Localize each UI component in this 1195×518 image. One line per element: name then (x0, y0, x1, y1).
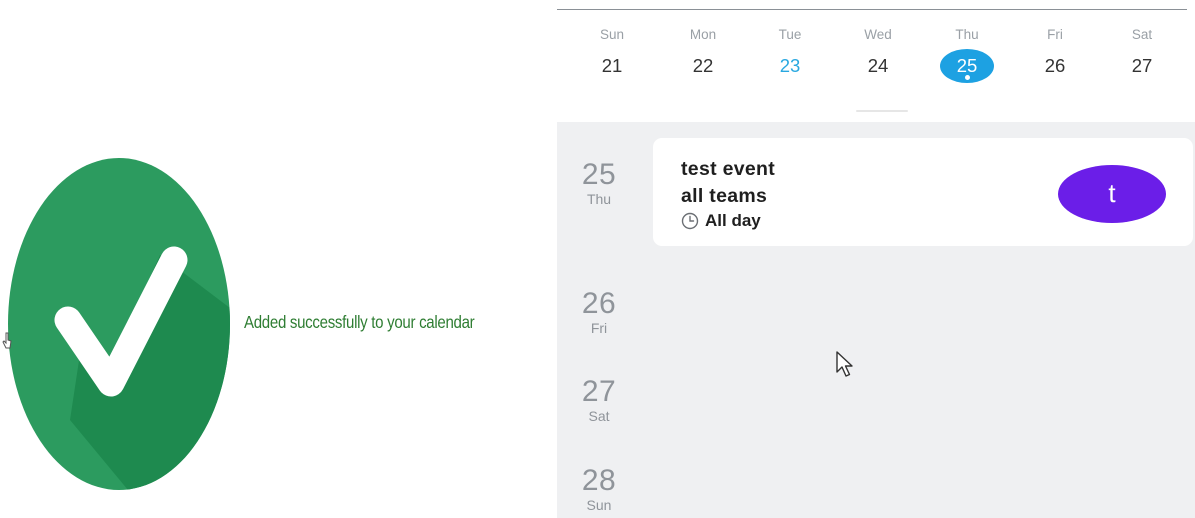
weekday-label: Thu (955, 27, 979, 42)
event-card[interactable]: test event all teams All day t (653, 138, 1193, 246)
agenda-date-weekday: Sun (586, 497, 612, 513)
calendar-panel: Sun 21 Mon 22 Tue 23 Wed 24 Thu 25 Fri 2… (557, 0, 1195, 518)
day-number: 26 (1044, 55, 1066, 76)
day-cell-friday[interactable]: Fri 26 (1025, 24, 1085, 83)
event-title: test event (681, 158, 776, 180)
agenda-date-number: 25 (581, 158, 617, 191)
weekday-label: Wed (864, 27, 892, 42)
checkmark-badge-icon (8, 158, 230, 490)
day-number: 23 (779, 55, 801, 76)
day-number: 21 (601, 55, 623, 76)
weekday-label: Mon (689, 27, 717, 42)
day-number-selected: 25 (940, 49, 994, 83)
day-cell-sunday[interactable]: Sun 21 (582, 24, 642, 83)
agenda-date-25: 25 Thu (573, 158, 625, 208)
agenda-date-weekday: Sat (588, 408, 610, 424)
agenda-date-number: 27 (581, 375, 617, 408)
weekday-label: Sat (1131, 27, 1153, 42)
event-time: All day (705, 211, 761, 230)
event-dot-indicator (965, 75, 970, 80)
day-number-text: 25 (956, 55, 978, 76)
week-strip: Sun 21 Mon 22 Tue 23 Wed 24 Thu 25 Fri 2… (557, 0, 1195, 122)
clock-icon (681, 212, 699, 230)
agenda-date-weekday: Fri (590, 320, 608, 336)
agenda-date-weekday: Thu (586, 191, 612, 207)
day-number: 24 (867, 55, 889, 76)
day-number: 22 (692, 55, 714, 76)
agenda-date-number: 26 (581, 287, 617, 320)
event-subtitle: all teams (681, 185, 768, 207)
weekday-label: Fri (1047, 27, 1063, 42)
hand-cursor-icon (2, 332, 12, 349)
agenda-date-28: 28 Sun (573, 464, 625, 514)
day-cell-saturday[interactable]: Sat 27 (1112, 24, 1172, 83)
day-cell-wednesday[interactable]: Wed 24 (848, 24, 908, 83)
weekday-label: Sun (599, 27, 625, 42)
mouse-pointer-icon (836, 351, 853, 377)
day-cell-monday[interactable]: Mon 22 (673, 24, 733, 83)
agenda-date-26: 26 Fri (573, 287, 625, 337)
header-divider (557, 9, 1187, 10)
day-cell-thursday-selected[interactable]: Thu 25 (937, 24, 997, 83)
success-message: Added successfully to your calendar (244, 312, 475, 332)
agenda-date-number: 28 (581, 464, 617, 497)
day-number: 27 (1131, 55, 1153, 76)
organizer-avatar[interactable]: t (1058, 165, 1166, 223)
success-panel: Added successfully to your calendar (0, 0, 550, 518)
agenda-date-27: 27 Sat (573, 375, 625, 425)
day-cell-tuesday-today[interactable]: Tue 23 (760, 24, 820, 83)
week-scroll-indicator (856, 110, 908, 112)
weekday-label: Tue (778, 27, 802, 42)
